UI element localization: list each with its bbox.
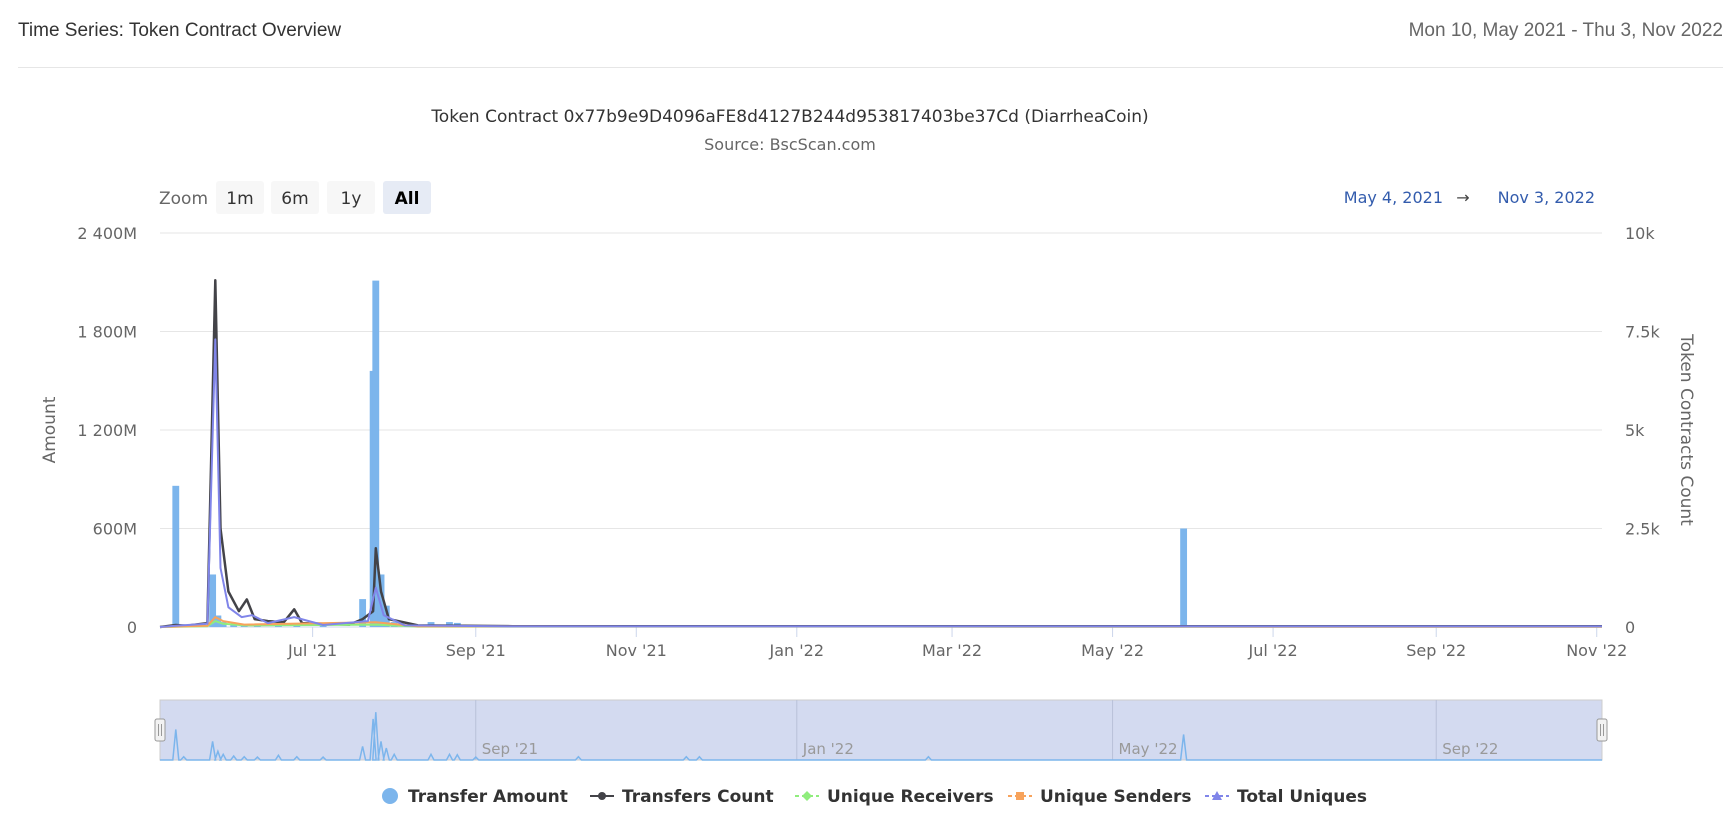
legend-symbol-marker xyxy=(802,791,812,801)
range-arrow: → xyxy=(1456,188,1469,207)
bar-transfer-amount xyxy=(172,485,180,627)
x-tick-label: Nov '21 xyxy=(606,641,667,660)
x-tick-label: Nov '22 xyxy=(1566,641,1627,660)
y-left-tick-label: 600M xyxy=(93,520,137,539)
x-tick-label: Jul '22 xyxy=(1247,641,1297,660)
handle-grip[interactable] xyxy=(1596,718,1608,742)
zoom-button-label: 1m xyxy=(226,189,253,209)
legend-symbol-marker xyxy=(598,792,606,800)
y-left-tick-label: 1 800M xyxy=(77,323,137,342)
navigator-tick-label: Sep '21 xyxy=(482,740,538,758)
range-to[interactable]: Nov 3, 2022 xyxy=(1498,188,1595,207)
legend-item-4[interactable]: Unique Senders xyxy=(1008,787,1192,807)
legend-label: Transfer Amount xyxy=(408,787,568,807)
legend-label: Total Uniques xyxy=(1237,787,1367,807)
x-tick-label: Mar '22 xyxy=(922,641,982,660)
zoom-button-All[interactable]: All xyxy=(383,181,431,214)
y-right-tick-label: 2.5k xyxy=(1625,520,1660,539)
navigator-tick-label: May '22 xyxy=(1119,740,1178,758)
zoom-button-1m[interactable]: 1m xyxy=(216,181,264,214)
legend-label: Unique Senders xyxy=(1040,787,1192,807)
x-tick-label: Jul '21 xyxy=(287,641,337,660)
legend-label: Unique Receivers xyxy=(827,787,994,807)
bar-transfer-amount xyxy=(1180,528,1188,627)
legend-item-3[interactable]: Unique Receivers xyxy=(795,787,994,807)
legend-label: Transfers Count xyxy=(622,787,774,807)
y-right-tick-label: 7.5k xyxy=(1625,323,1660,342)
chart-subtitle: Source: BscScan.com xyxy=(704,135,876,154)
legend-item-2[interactable]: Transfers Count xyxy=(590,787,774,807)
y-axis-left: 0 600M 1 200M 1 800M 2 400M xyxy=(77,224,137,637)
x-axis: Jul '21 Sep '21 Nov '21 Jan '22 Mar '22 May '… xyxy=(160,626,1627,660)
y-right-tick-label: 0 xyxy=(1625,618,1635,637)
chart-title: Token Contract 0x77b9e9D4096aFE8d4127B24… xyxy=(430,107,1148,127)
x-tick-label: May '22 xyxy=(1081,641,1144,660)
legend-symbol-circle xyxy=(382,788,398,804)
x-tick-label: Sep '22 xyxy=(1406,641,1466,660)
y-axis-left-title: Amount xyxy=(40,396,60,463)
zoom-button-1y[interactable]: 1y xyxy=(327,181,375,214)
legend-item-5[interactable]: Total Uniques xyxy=(1205,787,1367,807)
navigator-tick-label: Jan '22 xyxy=(802,740,854,758)
y-left-tick-label: 0 xyxy=(127,618,137,637)
zoom-label: Zoom xyxy=(159,189,208,209)
navigator-tick-label: Sep '22 xyxy=(1442,740,1498,758)
x-tick-label: Jan '22 xyxy=(769,641,825,660)
handle-grip[interactable] xyxy=(154,718,166,742)
legend-item-1[interactable]: Transfer Amount xyxy=(382,787,568,807)
zoom-button-label: 1y xyxy=(341,189,362,209)
y-right-tick-label: 5k xyxy=(1625,421,1645,440)
y-axis-right: 0 2.5k 5k 7.5k 10k xyxy=(1625,224,1660,637)
x-tick-label: Sep '21 xyxy=(446,641,506,660)
zoom-button-label: 6m xyxy=(281,189,308,209)
range-from[interactable]: May 4, 2021 xyxy=(1344,188,1443,207)
navigator-handle-right[interactable] xyxy=(1596,718,1608,742)
y-right-tick-label: 10k xyxy=(1625,224,1655,243)
legend-symbol-marker xyxy=(1016,792,1024,800)
navigator-handle-left[interactable] xyxy=(154,718,166,742)
y-left-tick-label: 1 200M xyxy=(77,421,137,440)
y-axis-right-title: Token Contracts Count xyxy=(1676,333,1696,526)
chart: Token Contract 0x77b9e9D4096aFE8d4127B24… xyxy=(40,107,1696,807)
y-left-tick-label: 2 400M xyxy=(77,224,137,243)
transfer-amount-bars xyxy=(172,280,1188,627)
zoom-button-label: All xyxy=(395,189,420,209)
navigator[interactable]: Sep '21 Jan '22 May '22 Sep '22 xyxy=(154,699,1608,761)
zoom-buttons: 1m 6m 1y All xyxy=(216,181,431,214)
zoom-button-6m[interactable]: 6m xyxy=(271,181,319,214)
legend: Transfer Amount Transfers Count Unique Rec… xyxy=(382,787,1367,807)
